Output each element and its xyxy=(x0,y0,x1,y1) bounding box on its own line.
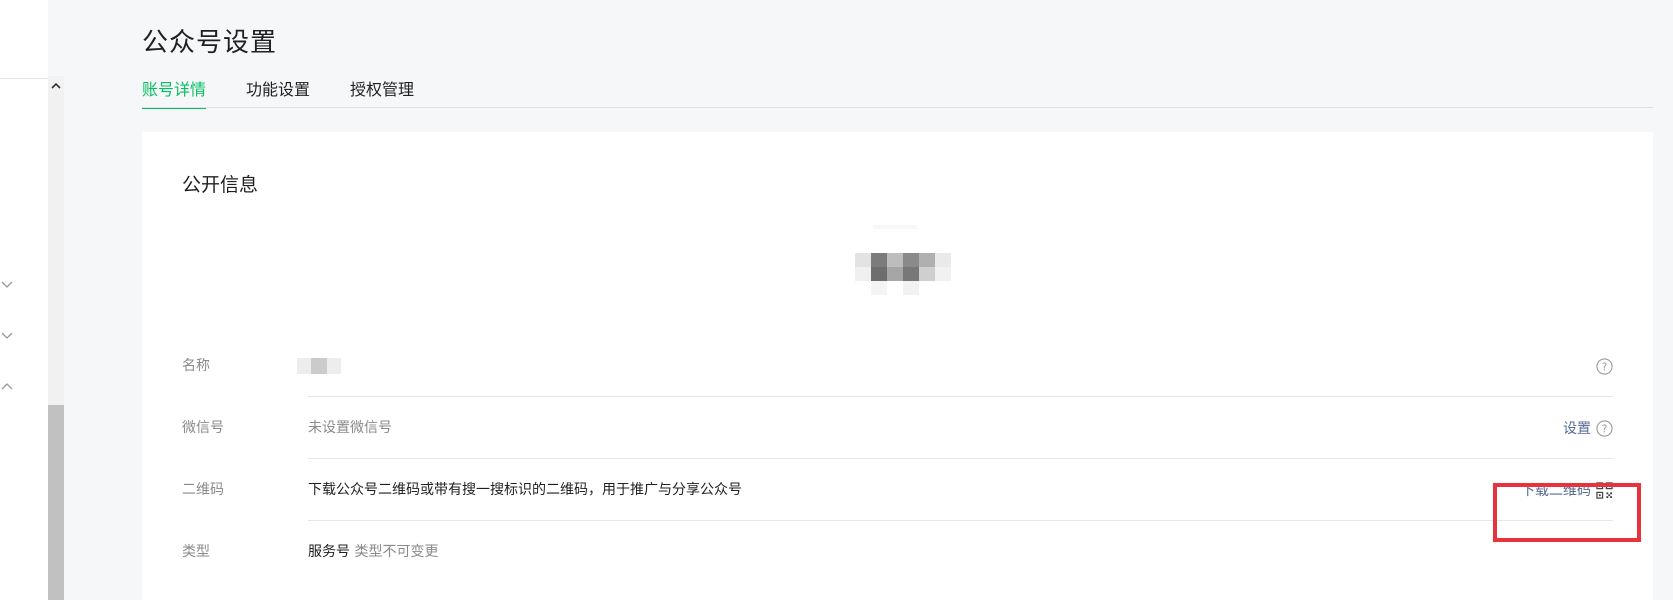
svg-text:?: ? xyxy=(1602,423,1608,435)
set-wechat-id-link[interactable]: 设置 xyxy=(1563,418,1591,438)
wechat-id-row: 微信号 未设置微信号 设置 ? xyxy=(182,397,1613,459)
wechat-id-label: 微信号 xyxy=(182,420,224,436)
qrcode-row: 二维码 下载公众号二维码或带有搜一搜标识的二维码，用于推广与分享公众号 下载二维… xyxy=(182,459,1613,521)
wechat-id-actions: 设置 ? xyxy=(1563,397,1613,459)
account-avatar xyxy=(855,225,951,295)
name-label: 名称 xyxy=(182,358,210,374)
chevron-up-icon xyxy=(51,82,61,89)
left-panel xyxy=(0,0,64,600)
highlight-box xyxy=(1493,483,1641,542)
scrollbar-up-arrow[interactable] xyxy=(48,78,64,94)
name-value-redacted xyxy=(297,358,341,374)
section-title: 公开信息 xyxy=(182,174,259,196)
type-value: 服务号 xyxy=(308,544,350,560)
sidebar-area xyxy=(0,0,48,600)
help-icon[interactable]: ? xyxy=(1596,419,1613,437)
help-icon[interactable]: ? xyxy=(1596,357,1613,375)
chevron-down-icon[interactable] xyxy=(0,277,14,291)
chevron-up-icon[interactable] xyxy=(0,380,14,394)
tab-divider xyxy=(142,107,1653,108)
type-label: 类型 xyxy=(182,544,210,560)
svg-text:?: ? xyxy=(1602,361,1608,373)
sidebar-divider xyxy=(0,78,48,79)
tab-authorization[interactable]: 授权管理 xyxy=(350,78,414,108)
tab-feature-settings[interactable]: 功能设置 xyxy=(246,78,310,108)
type-note: 类型不可变更 xyxy=(354,544,439,560)
page-title: 公众号设置 xyxy=(142,28,278,58)
tab-bar: 账号详情 功能设置 授权管理 xyxy=(142,78,454,109)
name-help[interactable]: ? xyxy=(1591,335,1613,397)
type-row: 类型 服务号 类型不可变更 xyxy=(182,521,1613,583)
qrcode-label: 二维码 xyxy=(182,482,224,498)
scrollbar-thumb[interactable] xyxy=(48,405,64,600)
chevron-down-icon[interactable] xyxy=(0,328,14,342)
public-info-card: 公开信息 名称 ? 微信号 未设置微信号 设置 ? 二维码 下载公众号二维码或带… xyxy=(142,132,1653,600)
type-value-group: 服务号 类型不可变更 xyxy=(308,521,438,583)
qrcode-description: 下载公众号二维码或带有搜一搜标识的二维码，用于推广与分享公众号 xyxy=(308,482,742,498)
wechat-id-value: 未设置微信号 xyxy=(308,420,392,436)
tab-account-details[interactable]: 账号详情 xyxy=(142,78,207,109)
name-row: 名称 ? xyxy=(182,335,1613,397)
